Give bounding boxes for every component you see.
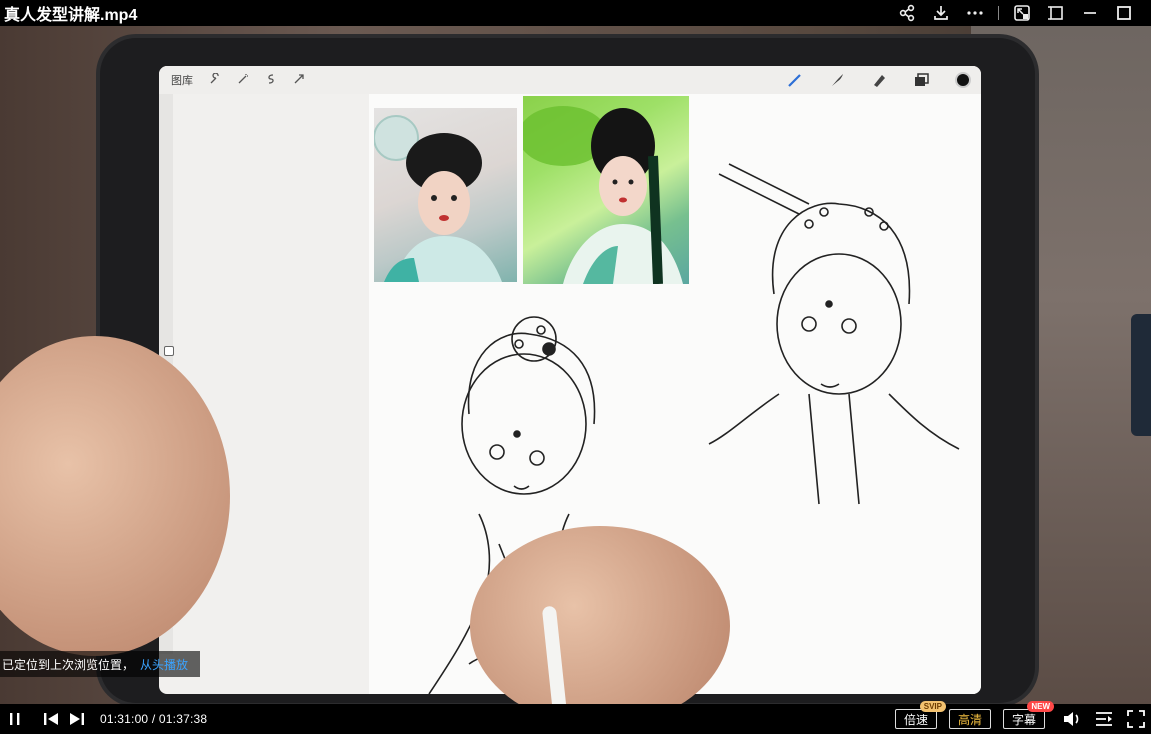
subtitle-label: 字幕 [1011, 712, 1036, 727]
volume-icon[interactable] [1057, 710, 1087, 728]
more-icon[interactable] [958, 0, 992, 26]
side-panel-widget[interactable] [1131, 314, 1151, 436]
time-separator: / [148, 712, 159, 726]
transform-icon [293, 73, 305, 88]
next-icon[interactable] [64, 712, 90, 726]
eraser-icon [869, 70, 889, 90]
window-controls [890, 0, 1151, 26]
resume-hint: 已定位到上次浏览位置， 从头播放 [0, 651, 201, 677]
previous-icon[interactable] [38, 712, 64, 726]
download-icon[interactable] [924, 0, 958, 26]
playlist-icon[interactable] [1087, 711, 1121, 727]
total-time: 01:37:38 [158, 712, 208, 726]
time-display: 01:31:00 / 01:37:38 [100, 712, 207, 726]
svip-badge: SVIP [919, 701, 946, 712]
minimize-icon[interactable] [1073, 0, 1107, 26]
play-from-start-link[interactable]: 从头播放 [140, 656, 188, 673]
color-icon [953, 70, 973, 90]
picture-in-picture-icon[interactable] [1005, 0, 1039, 26]
magic-wand-icon [237, 73, 249, 88]
maximize-icon[interactable] [1107, 0, 1141, 26]
selection-icon [265, 73, 277, 88]
video-title: 真人发型讲解.mp4 [4, 7, 138, 24]
right-controls: 倍速 SVIP 高清 字幕 NEW [894, 701, 1151, 734]
current-time: 01:31:00 [100, 712, 149, 726]
quality-button[interactable]: 高清 [948, 709, 991, 729]
brush-icon [785, 70, 805, 90]
gallery-label: 图库 [171, 75, 193, 87]
resume-hint-text: 已定位到上次浏览位置， [2, 657, 135, 672]
player-controls: 01:31:00 / 01:37:38 倍速 SVIP 高清 字幕 NEW [0, 701, 1151, 734]
layers-icon [911, 70, 931, 90]
speed-label: 倍速 [903, 712, 928, 727]
quality-label: 高清 [957, 712, 982, 727]
share-icon[interactable] [890, 0, 924, 26]
pause-icon[interactable] [2, 712, 28, 726]
fullscreen-icon[interactable] [1121, 710, 1151, 728]
video-frame[interactable]: 图库 已定位到上次浏览位置， 从头播放 [0, 26, 1151, 706]
procreate-toolbar: 图库 [159, 66, 981, 94]
wrench-icon [209, 71, 221, 88]
subtitle-button[interactable]: 字幕 NEW [1002, 701, 1054, 729]
title-bar: 真人发型讲解.mp4 [0, 0, 1151, 26]
speed-button[interactable]: 倍速 SVIP [894, 701, 946, 729]
mini-window-icon[interactable] [1039, 0, 1073, 26]
smudge-icon [827, 70, 847, 90]
modify-button [164, 346, 174, 356]
new-badge: NEW [1027, 701, 1054, 712]
divider [998, 6, 999, 20]
